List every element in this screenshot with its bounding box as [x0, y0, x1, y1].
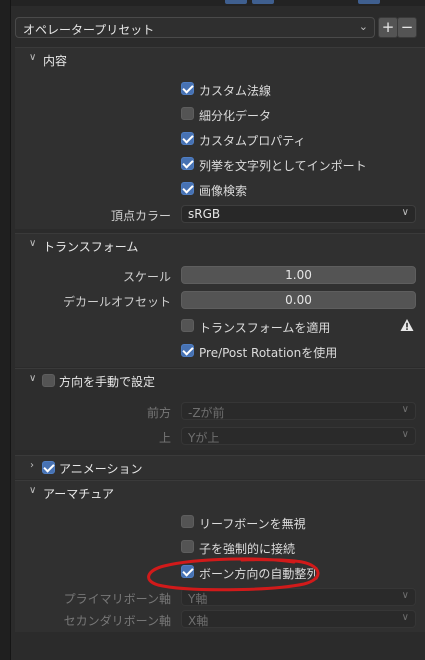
checkbox-icon[interactable] — [181, 515, 194, 528]
checkbox-icon[interactable] — [181, 319, 194, 332]
operator-preset-label: オペレータープリセット — [23, 23, 155, 37]
secondary-bone-axis-select[interactable]: X軸 ∨ — [181, 610, 416, 628]
subdivision-data-label: 細分化データ — [199, 109, 272, 123]
vertex-color-label: 頂点カラー — [110, 209, 171, 223]
image-search-label: 画像検索 — [199, 184, 248, 198]
chevron-down-icon: ∨ — [29, 238, 37, 249]
auto-bone-orientation-label: ボーン方向の自動整列 — [199, 567, 319, 581]
left-region-strip — [0, 0, 11, 660]
animation-panel-title: アニメーション — [59, 462, 143, 476]
vertex-color-value: sRGB — [188, 207, 221, 221]
checkbox-icon[interactable] — [181, 540, 194, 553]
chevron-right-icon: › — [30, 460, 34, 471]
primary-bone-axis-select[interactable]: Y軸 ∨ — [181, 588, 416, 606]
scale-field[interactable]: 1.00 — [181, 266, 416, 284]
top-tab[interactable] — [252, 0, 274, 4]
import-enums-as-strings-label: 列挙を文字列としてインポート — [199, 159, 367, 173]
primary-bone-axis-value: Y軸 — [188, 592, 208, 606]
checkbox-icon[interactable] — [181, 344, 194, 357]
chevron-down-icon: ⌄ — [358, 20, 368, 33]
chevron-down-icon: ∨ — [401, 404, 409, 415]
chevron-down-icon: ∨ — [401, 207, 409, 218]
checkbox-icon[interactable] — [181, 107, 194, 120]
secondary-bone-axis-label: セカンダリボーン軸 — [63, 614, 171, 628]
forward-axis-select[interactable]: -Zが前 ∨ — [181, 402, 416, 420]
force-connect-children-label: 子を強制的に接続 — [199, 542, 296, 556]
chevron-down-icon: ∨ — [401, 429, 409, 440]
content-panel-title: 内容 — [43, 54, 68, 68]
apply-transform-label: トランスフォームを適用 — [199, 321, 331, 335]
pre-post-rotation-label: Pre/Post Rotationを使用 — [199, 346, 338, 360]
armature-panel-header[interactable]: ∨ アーマチュア — [15, 480, 425, 504]
checkbox-icon[interactable] — [181, 132, 194, 145]
decal-offset-field[interactable]: 0.00 — [181, 291, 416, 309]
chevron-down-icon: ∨ — [401, 612, 409, 623]
decal-offset-label: デカールオフセット — [62, 295, 171, 309]
armature-panel-title: アーマチュア — [43, 487, 115, 501]
manual-orientation-title: 方向を手動で設定 — [59, 375, 156, 389]
forward-axis-label: 前方 — [146, 406, 171, 420]
transform-panel-title: トランスフォーム — [43, 240, 139, 254]
top-tab[interactable] — [225, 0, 247, 4]
manual-orientation-header[interactable]: ∨ 方向を手動で設定 — [15, 368, 425, 392]
custom-normals-label: カスタム法線 — [199, 84, 272, 98]
scale-label: スケール — [122, 270, 171, 284]
transform-panel-header[interactable]: ∨ トランスフォーム — [15, 233, 425, 257]
remove-preset-button[interactable]: − — [397, 17, 417, 38]
operator-preset-dropdown[interactable]: オペレータープリセット ⌄ — [15, 17, 375, 38]
vertex-color-select[interactable]: sRGB ∨ — [181, 205, 416, 223]
ignore-leaf-bones-label: リーフボーンを無視 — [199, 517, 306, 531]
forward-axis-value: -Zが前 — [188, 406, 225, 420]
custom-properties-label: カスタムプロパティ — [199, 134, 306, 148]
primary-bone-axis-label: プライマリボーン軸 — [63, 592, 171, 606]
chevron-down-icon: ∨ — [29, 373, 37, 384]
checkbox-icon[interactable] — [181, 82, 194, 95]
animation-checkbox[interactable] — [42, 461, 55, 474]
warning-icon — [400, 319, 414, 331]
up-axis-value: Yが上 — [188, 431, 220, 445]
chevron-down-icon: ∨ — [29, 485, 37, 496]
content-panel-header[interactable]: ∨ 内容 — [15, 47, 425, 71]
checkbox-icon[interactable] — [181, 182, 194, 195]
checkbox-icon[interactable] — [181, 565, 194, 578]
chevron-down-icon: ∨ — [29, 52, 37, 63]
up-axis-select[interactable]: Yが上 ∨ — [181, 427, 416, 445]
checkbox-icon[interactable] — [181, 157, 194, 170]
chevron-down-icon: ∨ — [401, 590, 409, 601]
top-tab[interactable] — [358, 0, 380, 4]
secondary-bone-axis-value: X軸 — [188, 614, 209, 628]
up-axis-label: 上 — [158, 431, 171, 445]
animation-panel-header[interactable]: › アニメーション — [15, 455, 425, 479]
add-preset-button[interactable]: + — [378, 17, 398, 38]
manual-orientation-checkbox[interactable] — [42, 374, 55, 387]
